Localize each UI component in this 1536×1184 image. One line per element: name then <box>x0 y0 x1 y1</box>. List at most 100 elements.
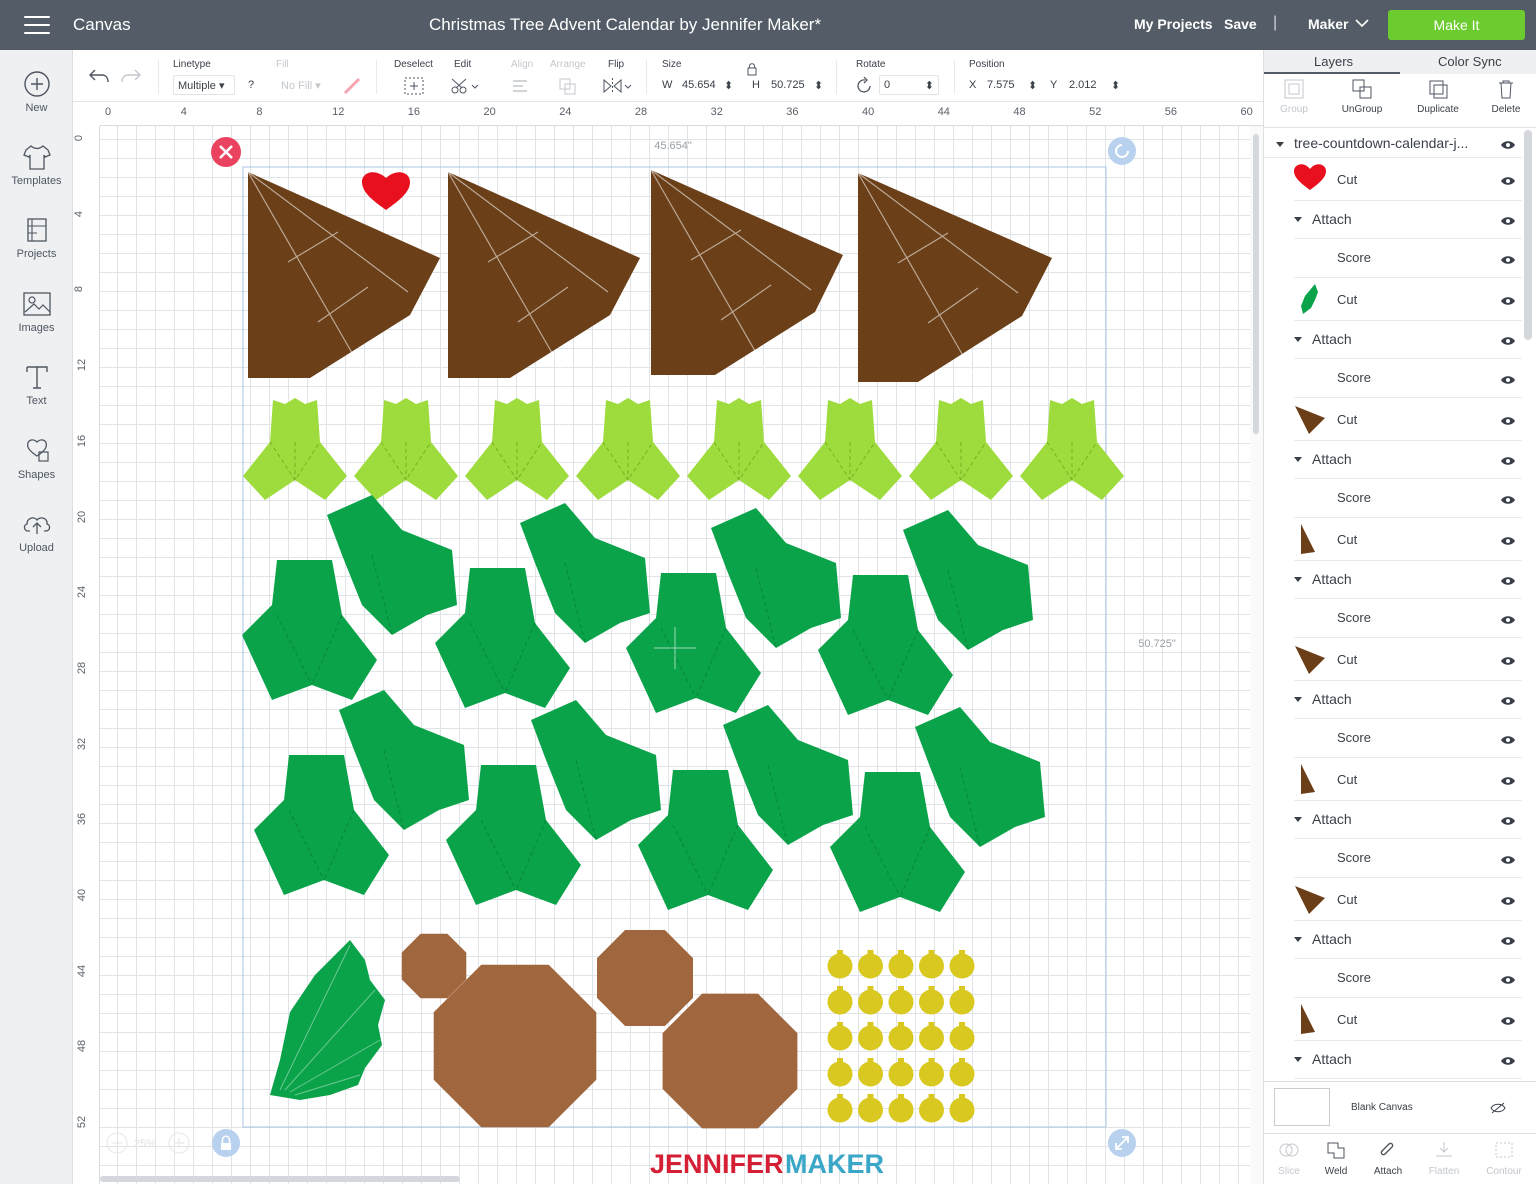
slice-button[interactable]: Slice <box>1264 1140 1314 1177</box>
trunk-piece[interactable] <box>651 170 843 375</box>
eye-icon[interactable] <box>1500 855 1516 865</box>
tan-octagon-small[interactable] <box>401 933 467 999</box>
gold-ornament[interactable] <box>888 953 914 979</box>
tab-layers[interactable]: Layers <box>1314 54 1353 69</box>
layer-row-score[interactable]: Score <box>1294 719 1522 758</box>
layer-row-attach[interactable]: Attach <box>1294 681 1522 719</box>
layer-row-cut[interactable]: Cut <box>1294 998 1522 1041</box>
layer-row-cut[interactable]: Cut <box>1294 398 1522 441</box>
eye-icon[interactable] <box>1500 336 1516 346</box>
trunk-piece[interactable] <box>248 172 440 378</box>
ornament-cap[interactable] <box>837 950 843 955</box>
make-it-button[interactable]: Make It <box>1388 10 1525 40</box>
ornament-cap[interactable] <box>867 1022 874 1027</box>
eye-icon[interactable] <box>1500 656 1516 666</box>
nav-new[interactable]: New <box>0 70 73 140</box>
layer-row-cut[interactable]: Cut <box>1294 638 1522 681</box>
eye-icon[interactable] <box>1500 495 1516 505</box>
align-icon[interactable] <box>511 78 537 94</box>
eye-icon[interactable] <box>1500 975 1516 985</box>
eye-icon[interactable] <box>1500 296 1516 306</box>
gold-ornament[interactable] <box>858 953 883 979</box>
trunk-piece[interactable] <box>858 173 1052 382</box>
deselect-icon[interactable] <box>403 76 425 96</box>
gold-ornament[interactable] <box>858 1061 883 1087</box>
canvas-vertical-scrollbar[interactable] <box>1250 126 1263 1184</box>
ornament-cap[interactable] <box>959 950 965 955</box>
gold-ornament[interactable] <box>858 989 883 1015</box>
eye-icon[interactable] <box>1500 1056 1516 1066</box>
design-canvas[interactable]: 45.654" 50.725" 25% JENNIFER MAKER <box>100 126 1250 1184</box>
ornament-cap[interactable] <box>959 1094 965 1099</box>
eye-icon[interactable] <box>1500 1016 1516 1026</box>
eye-icon[interactable] <box>1500 816 1516 826</box>
lock-handle[interactable] <box>212 1129 240 1157</box>
dark-green-piece[interactable] <box>531 700 661 840</box>
ornament-cap[interactable] <box>898 1022 904 1027</box>
group-button[interactable]: Group <box>1264 78 1324 115</box>
ornament-cap[interactable] <box>867 986 874 991</box>
layer-group-row[interactable]: tree-countdown-calendar-j... <box>1264 128 1522 158</box>
eye-icon[interactable] <box>1500 176 1516 186</box>
dark-green-piece[interactable] <box>723 705 853 845</box>
gold-ornament[interactable] <box>827 1097 853 1123</box>
contour-button[interactable]: Contour <box>1479 1140 1529 1177</box>
layer-row-score[interactable]: Score <box>1294 959 1522 998</box>
ornament-cap[interactable] <box>867 950 874 955</box>
y-input[interactable]: 2.012 <box>1069 79 1097 91</box>
dark-green-piece[interactable] <box>915 707 1045 847</box>
gold-ornament[interactable] <box>827 953 853 979</box>
eye-icon[interactable] <box>1500 576 1516 586</box>
heart-piece[interactable] <box>362 172 410 210</box>
layer-row-attach[interactable]: Attach <box>1294 921 1522 959</box>
gold-ornament[interactable] <box>949 1025 975 1051</box>
eye-icon[interactable] <box>1500 140 1516 150</box>
eye-icon[interactable] <box>1500 416 1516 426</box>
delete-button[interactable]: Delete <box>1476 78 1536 115</box>
flatten-button[interactable]: Flatten <box>1419 1140 1469 1177</box>
nav-shapes[interactable]: Shapes <box>0 437 73 507</box>
nav-templates[interactable]: Templates <box>0 143 73 213</box>
nav-text[interactable]: Text <box>0 363 73 433</box>
ornament-cap[interactable] <box>928 1058 935 1063</box>
collapse-icon[interactable] <box>1294 1057 1302 1062</box>
collapse-icon[interactable] <box>1294 817 1302 822</box>
x-stepper[interactable]: ⬍ <box>1028 79 1037 92</box>
height-stepper[interactable]: ⬍ <box>814 79 823 92</box>
dark-green-piece[interactable] <box>903 510 1033 650</box>
ornament-cap[interactable] <box>959 1022 965 1027</box>
ungroup-button[interactable]: UnGroup <box>1332 78 1392 115</box>
trunk-piece[interactable] <box>448 172 640 378</box>
eye-icon[interactable] <box>1500 615 1516 625</box>
collapse-icon[interactable] <box>1294 697 1302 702</box>
height-input[interactable]: 50.725 <box>771 79 805 91</box>
gold-ornament[interactable] <box>919 1097 944 1123</box>
ornament-cap[interactable] <box>898 1058 904 1063</box>
eye-icon[interactable] <box>1500 536 1516 546</box>
gold-ornament[interactable] <box>949 953 975 979</box>
layer-row-cut[interactable]: Cut <box>1294 158 1522 201</box>
linetype-select[interactable]: Multiple ▾ <box>173 75 235 95</box>
edit-scissors-icon[interactable] <box>449 76 479 96</box>
ornament-cap[interactable] <box>837 1094 843 1099</box>
gold-ornament[interactable] <box>827 1061 853 1087</box>
pen-color-icon[interactable] <box>343 77 361 95</box>
zoom-control[interactable]: 25% <box>106 1132 190 1154</box>
width-input[interactable]: 45.654 <box>682 79 716 91</box>
blank-canvas-row[interactable]: Blank Canvas <box>1264 1081 1536 1133</box>
gold-ornament[interactable] <box>858 1097 883 1123</box>
layer-row-attach[interactable]: Attach <box>1294 201 1522 239</box>
gold-ornament[interactable] <box>919 989 944 1015</box>
ornament-cap[interactable] <box>928 1094 935 1099</box>
scroll-thumb[interactable] <box>1253 134 1259 434</box>
blank-canvas-swatch[interactable] <box>1274 1088 1330 1126</box>
ornament-cap[interactable] <box>898 986 904 991</box>
eye-hidden-icon[interactable] <box>1490 1102 1506 1114</box>
gold-ornament[interactable] <box>888 1025 914 1051</box>
layer-row-score[interactable]: Score <box>1294 239 1522 278</box>
ornament-cap[interactable] <box>928 1022 935 1027</box>
undo-icon[interactable] <box>88 67 110 85</box>
dark-green-piece[interactable] <box>711 508 841 648</box>
eye-icon[interactable] <box>1500 255 1516 265</box>
ornament-cap[interactable] <box>928 950 935 955</box>
